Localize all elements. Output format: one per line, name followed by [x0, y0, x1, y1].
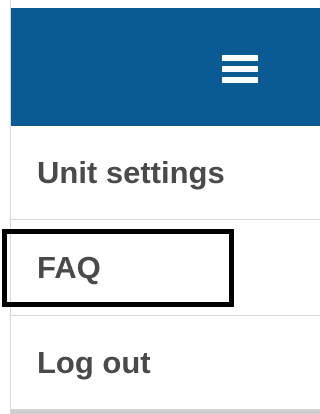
panel-bottom-edge: [11, 410, 320, 414]
hamburger-line: [222, 66, 258, 72]
menu-header: [11, 8, 320, 126]
menu-item-label: Unit settings: [37, 154, 225, 190]
menu-item-faq[interactable]: FAQ: [11, 220, 320, 316]
hamburger-menu-icon[interactable]: [222, 55, 258, 83]
side-menu-panel: Unit settings FAQ Log out: [10, 0, 320, 414]
menu-item-unit-settings[interactable]: Unit settings: [11, 126, 320, 220]
hamburger-line: [222, 55, 258, 61]
menu-item-label: Log out: [37, 344, 151, 380]
menu-item-log-out[interactable]: Log out: [11, 316, 320, 410]
menu-item-label: FAQ: [37, 249, 101, 285]
hamburger-line: [222, 77, 258, 83]
